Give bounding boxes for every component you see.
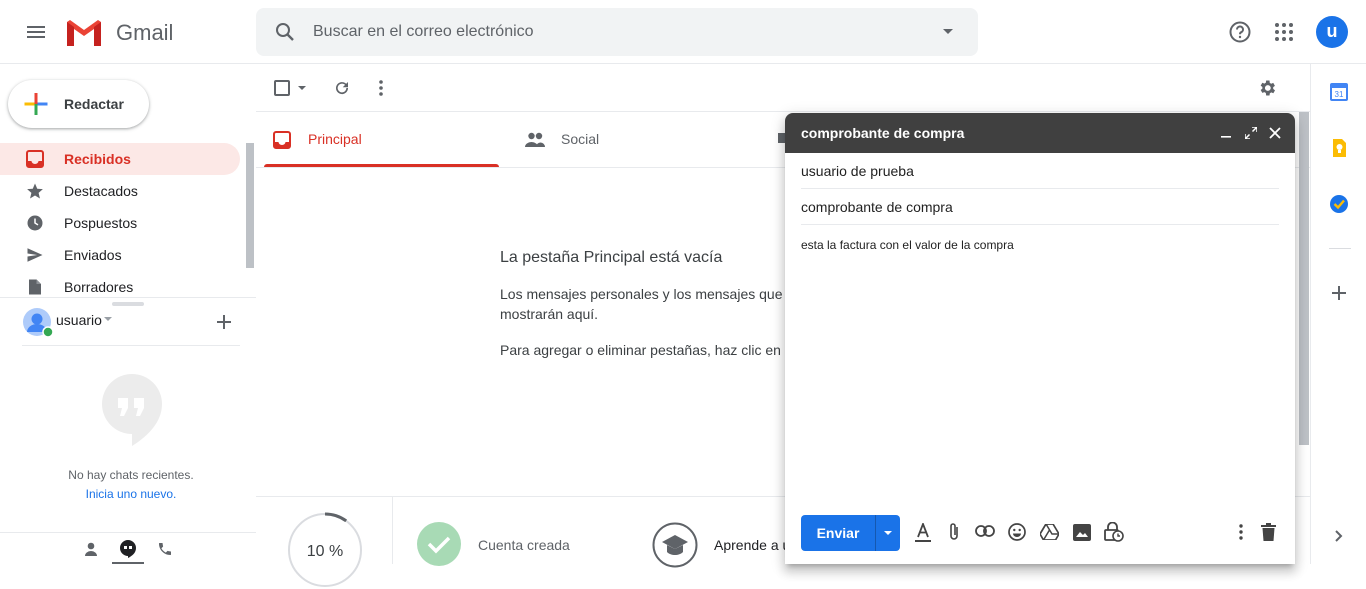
sidebar-item-label: Enviados: [64, 247, 122, 263]
tab-social-label: Social: [561, 131, 600, 147]
search-bar[interactable]: Buscar en el correo electrónico: [256, 8, 978, 56]
sidebar-item-label: Borradores: [64, 279, 134, 295]
compose-window: comprobante de compra usuario de prueba …: [785, 113, 1295, 564]
hangouts-user-name[interactable]: usuario: [56, 312, 102, 328]
side-panel: 31: [1310, 64, 1366, 564]
subject-value: comprobante de compra: [801, 199, 953, 215]
setup-separator: [392, 497, 393, 564]
empty-state-configure-link[interactable]: Para agregar o eliminar pestañas, haz cl…: [500, 340, 790, 360]
phone-icon[interactable]: [157, 541, 173, 557]
side-panel-divider: [1329, 248, 1351, 249]
gmail-logo-icon[interactable]: [65, 18, 103, 46]
sidebar-divider: [0, 297, 256, 298]
contacts-person-icon[interactable]: [83, 541, 99, 557]
sidebar-item-label: Pospuestos: [64, 215, 138, 231]
compose-more-options-icon[interactable]: [1238, 524, 1244, 540]
tab-social[interactable]: [499, 112, 734, 167]
discard-draft-trash-icon[interactable]: [1261, 523, 1276, 541]
compose-header[interactable]: comprobante de compra: [785, 113, 1295, 153]
start-new-chat-link[interactable]: Inicia uno nuevo.: [0, 487, 262, 501]
new-chat-plus-icon[interactable]: [216, 314, 232, 330]
hangouts-chat-icon: [120, 540, 136, 558]
settings-gear-icon[interactable]: [1257, 78, 1277, 98]
google-drive-icon[interactable]: [1040, 524, 1059, 540]
compose-title: comprobante de compra: [801, 125, 965, 141]
star-icon: [26, 182, 44, 200]
send-icon: [26, 246, 44, 264]
sidebar-item-sent[interactable]: Enviados: [0, 239, 240, 271]
hangouts-avatar[interactable]: [23, 308, 53, 338]
hangouts-divider: [22, 345, 240, 346]
sidebar-item-starred[interactable]: Destacados: [0, 175, 240, 207]
no-chats-text: No hay chats recientes.: [68, 468, 194, 482]
main-menu-icon[interactable]: [24, 20, 48, 44]
app-name: Gmail: [116, 20, 174, 45]
recipients-value: usuario de prueba: [801, 163, 914, 179]
help-icon[interactable]: [1228, 20, 1252, 44]
confidential-mode-icon[interactable]: [1104, 522, 1124, 542]
calendar-icon[interactable]: 31: [1330, 83, 1348, 101]
recipients-field[interactable]: usuario de prueba: [801, 153, 1279, 189]
draft-icon: [26, 278, 44, 296]
send-button[interactable]: Enviar: [801, 515, 900, 551]
message-body-area[interactable]: [801, 228, 1279, 508]
check-circle-icon: [416, 521, 462, 567]
hangouts-tab[interactable]: [112, 536, 144, 564]
select-all-checkbox[interactable]: [274, 80, 290, 96]
text-format-icon[interactable]: [914, 523, 932, 543]
sidebar-item-snoozed[interactable]: Pospuestos: [0, 207, 240, 239]
search-options-icon[interactable]: [942, 28, 954, 36]
chevron-right-icon[interactable]: [1335, 530, 1343, 542]
svg-text:31: 31: [1335, 90, 1344, 99]
hangouts-footer-divider: [0, 532, 256, 533]
refresh-icon[interactable]: [333, 79, 351, 97]
close-icon[interactable]: [1269, 127, 1281, 139]
insert-link-icon[interactable]: [975, 524, 995, 538]
setup-progress-text: 10 %: [306, 543, 344, 560]
search-input[interactable]: Buscar en el correo electrónico: [313, 23, 534, 41]
attach-paperclip-icon[interactable]: [948, 522, 960, 542]
plus-color-icon: [24, 92, 48, 116]
setup-account-created: Cuenta creada: [478, 537, 570, 553]
send-options-dropdown-icon[interactable]: [884, 531, 892, 536]
account-avatar[interactable]: u: [1316, 16, 1348, 48]
hangouts-resize-handle[interactable]: [112, 302, 144, 306]
clock-icon: [26, 214, 44, 232]
sidebar-item-inbox[interactable]: Recibidos: [0, 143, 240, 175]
minimize-icon[interactable]: [1221, 128, 1231, 138]
search-icon[interactable]: [273, 20, 297, 44]
inbox-tab-icon: [273, 131, 291, 149]
expand-icon[interactable]: [1245, 127, 1257, 139]
hangouts-quote-icon: [101, 373, 163, 447]
top-bar: Gmail Buscar en el correo electrónico u: [0, 0, 1366, 64]
empty-state-line: mostrarán aquí.: [500, 306, 599, 322]
send-split-divider: [875, 515, 876, 551]
tab-principal-label: Principal: [308, 131, 362, 147]
people-icon: [525, 132, 545, 148]
add-addon-plus-icon[interactable]: [1332, 286, 1346, 300]
subject-field[interactable]: comprobante de compra: [801, 189, 1279, 225]
emoji-icon[interactable]: [1008, 523, 1026, 541]
more-options-icon[interactable]: [378, 80, 384, 96]
sidebar-item-label: Recibidos: [64, 151, 131, 167]
inbox-icon: [26, 150, 44, 168]
compose-label: Redactar: [64, 96, 124, 112]
apps-grid-icon[interactable]: [1272, 20, 1296, 44]
tab-principal[interactable]: [264, 112, 499, 167]
graduation-cap-icon[interactable]: [652, 522, 698, 568]
empty-state-line: Los mensajes personales y los mensajes q…: [500, 286, 783, 302]
tasks-icon[interactable]: [1330, 195, 1348, 213]
compose-button[interactable]: Redactar: [8, 80, 149, 128]
select-dropdown-icon[interactable]: [298, 86, 306, 91]
setup-learn-text[interactable]: Aprende a u: [714, 537, 790, 553]
main-scrollbar[interactable]: [1299, 112, 1309, 445]
empty-state-title: La pestaña Principal está vacía: [500, 249, 723, 266]
user-dropdown-icon[interactable]: [104, 317, 112, 322]
sidebar-item-label: Destacados: [64, 183, 138, 199]
send-label: Enviar: [816, 525, 860, 541]
insert-photo-icon[interactable]: [1073, 524, 1091, 541]
sidebar-item-drafts[interactable]: Borradores: [0, 271, 240, 297]
keep-icon[interactable]: [1332, 139, 1346, 157]
sidebar-scrollbar[interactable]: [246, 143, 254, 268]
